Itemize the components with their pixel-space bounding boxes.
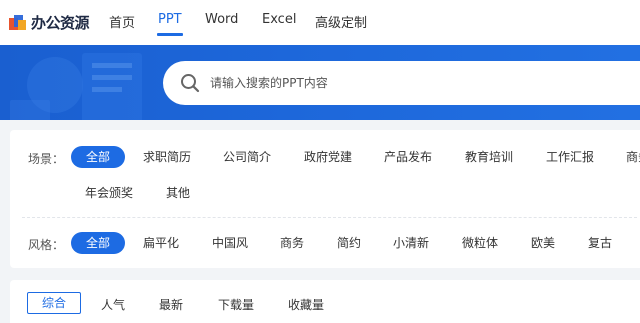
sort-option-downloads[interactable]: 下载量	[218, 296, 254, 313]
scene-option-company[interactable]: 公司简介	[223, 146, 271, 168]
top-navbar: 办公资源 首页 PPT Word Excel 高级定制	[0, 0, 640, 45]
scene-option-resume[interactable]: 求职简历	[143, 146, 191, 168]
scene-option-product[interactable]: 产品发布	[384, 146, 432, 168]
sort-option-latest[interactable]: 最新	[159, 296, 183, 313]
sort-option-popular[interactable]: 人气	[101, 296, 125, 313]
scene-option-education[interactable]: 教育培训	[465, 146, 513, 168]
nav-ppt[interactable]: PPT	[158, 12, 182, 27]
sort-option-comprehensive[interactable]: 综合	[27, 292, 81, 314]
search-icon[interactable]	[180, 73, 200, 93]
sort-option-favorites[interactable]: 收藏量	[288, 296, 324, 313]
scene-option-business[interactable]: 商务	[626, 146, 640, 168]
search-box[interactable]: 请输入搜索的PPT内容	[163, 61, 640, 105]
scene-option-annual[interactable]: 年会颁奖	[85, 182, 133, 204]
style-option-all[interactable]: 全部	[71, 232, 125, 254]
style-option-fresh[interactable]: 小清新	[393, 232, 429, 254]
nav-active-indicator	[157, 33, 183, 36]
scene-option-report[interactable]: 工作汇报	[546, 146, 594, 168]
style-option-retro[interactable]: 复古	[588, 232, 612, 254]
scene-option-government[interactable]: 政府党建	[304, 146, 352, 168]
style-option-flat[interactable]: 扁平化	[143, 232, 179, 254]
nav-custom[interactable]: 高级定制	[315, 12, 367, 31]
sort-bar: 综合 人气 最新 下载量 收藏量	[10, 280, 640, 323]
site-logo[interactable]: 办公资源	[8, 10, 90, 34]
style-option-micro[interactable]: 微粒体	[462, 232, 498, 254]
nav-excel[interactable]: Excel	[262, 12, 296, 27]
nav-home[interactable]: 首页	[109, 12, 135, 31]
filter-panel: 场景： 全部 求职简历 公司简介 政府党建 产品发布 教育培训 工作汇报 商务 …	[10, 130, 640, 268]
style-option-chinese[interactable]: 中国风	[212, 232, 248, 254]
logo-icon	[8, 12, 28, 32]
scene-option-all[interactable]: 全部	[71, 146, 125, 168]
style-option-business[interactable]: 商务	[280, 232, 304, 254]
logo-text: 办公资源	[31, 13, 90, 32]
style-filter-label: 风格：	[28, 238, 65, 252]
search-banner: 请输入搜索的PPT内容	[0, 45, 640, 120]
style-option-simple[interactable]: 简约	[337, 232, 361, 254]
scene-filter-label: 场景：	[28, 152, 65, 166]
search-input[interactable]: 请输入搜索的PPT内容	[210, 74, 328, 91]
style-option-western[interactable]: 欧美	[531, 232, 555, 254]
filter-divider	[22, 217, 637, 218]
scene-option-other[interactable]: 其他	[166, 182, 190, 204]
nav-word[interactable]: Word	[205, 12, 238, 27]
